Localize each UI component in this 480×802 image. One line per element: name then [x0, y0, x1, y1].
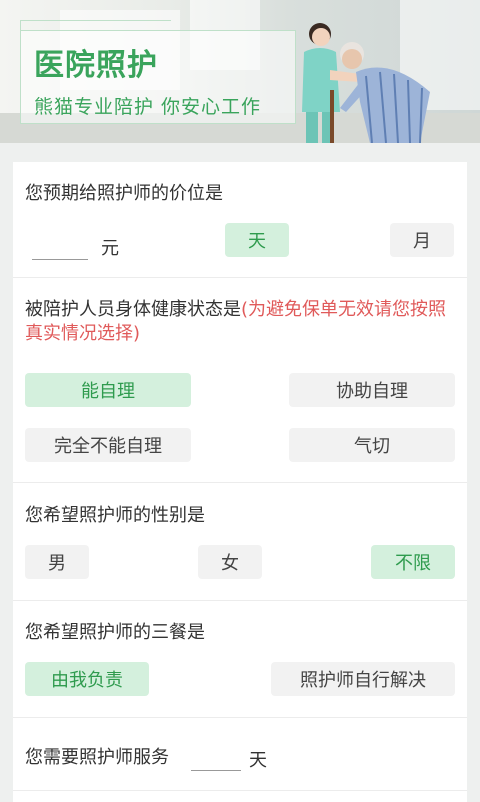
days-question: 您需要照护师服务 — [25, 747, 169, 768]
days-unit: 天 — [249, 750, 267, 771]
health-option-fully-dependent[interactable]: 完全不能自理 — [25, 428, 191, 462]
requirements-form: 您预期给照护师的价位是 元 天 月 被陪护人员身体健康状态是(为避免保单无效请您… — [13, 162, 467, 802]
days-input[interactable] — [191, 769, 241, 771]
gender-option-female[interactable]: 女 — [198, 545, 262, 579]
banner-subtitle: 熊猫专业陪护 你安心工作 — [34, 96, 262, 118]
price-per-day-option[interactable]: 天 — [225, 223, 289, 257]
section-divider — [13, 482, 467, 483]
gender-question: 您希望照护师的性别是 — [25, 505, 205, 526]
gender-option-male[interactable]: 男 — [25, 545, 89, 579]
gender-option-any[interactable]: 不限 — [371, 545, 455, 579]
meals-question: 您希望照护师的三餐是 — [25, 622, 205, 643]
section-divider — [13, 717, 467, 718]
header-banner: 医院照护 熊猫专业陪护 你安心工作 — [0, 0, 480, 143]
section-divider — [13, 790, 467, 791]
health-question: 被陪护人员身体健康状态是(为避免保单无效请您按照真实情况选择) — [25, 298, 455, 346]
price-unit: 元 — [101, 238, 119, 259]
banner-title: 医院照护 — [34, 48, 158, 83]
section-divider — [13, 277, 467, 278]
meals-option-provided[interactable]: 由我负责 — [25, 662, 149, 696]
price-question: 您预期给照护师的价位是 — [25, 183, 223, 204]
caregiver-and-patient-illustration — [302, 23, 430, 143]
section-divider — [13, 600, 467, 601]
health-option-self-care[interactable]: 能自理 — [25, 373, 191, 407]
health-option-tracheotomy[interactable]: 气切 — [289, 428, 455, 462]
health-option-assisted[interactable]: 协助自理 — [289, 373, 455, 407]
health-question-text: 被陪护人员身体健康状态是 — [25, 299, 241, 320]
meals-option-self-arranged[interactable]: 照护师自行解决 — [271, 662, 455, 696]
price-input[interactable] — [32, 258, 88, 260]
price-per-month-option[interactable]: 月 — [390, 223, 454, 257]
